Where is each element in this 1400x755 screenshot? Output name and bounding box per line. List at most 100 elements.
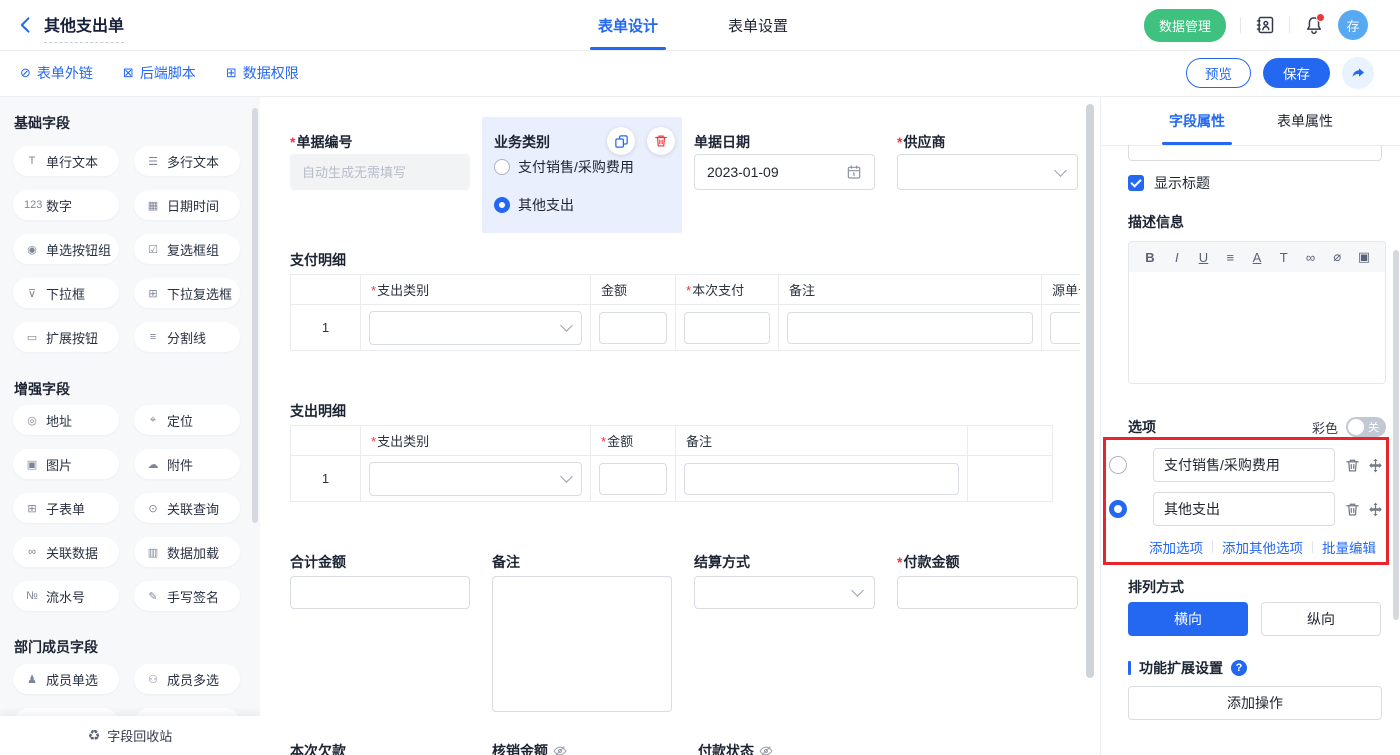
- pill-extend-button[interactable]: ▭扩展按钮: [13, 322, 119, 352]
- source-no-input[interactable]: [1050, 312, 1080, 344]
- bill-date-input[interactable]: 2023-01-09: [694, 154, 875, 190]
- bill-no-input[interactable]: [290, 154, 470, 190]
- business-type-field-selected[interactable]: 业务类别 支付销售/采购费用 其他支出: [482, 117, 682, 233]
- pill-location[interactable]: ⌖定位: [134, 405, 240, 435]
- pill-signature[interactable]: ✎手写签名: [134, 581, 240, 611]
- preview-button[interactable]: 预览: [1186, 58, 1251, 88]
- form-external-link[interactable]: ⊘ 表单外链: [20, 50, 93, 96]
- pill-radio-group[interactable]: ◉单选按钮组: [13, 234, 119, 264]
- color-toggle[interactable]: 关: [1346, 417, 1386, 437]
- radio-selected[interactable]: [494, 197, 510, 213]
- this-payment-input[interactable]: [684, 312, 770, 344]
- button-icon: ▭: [24, 331, 40, 344]
- add-other-option-link[interactable]: 添加其他选项: [1222, 537, 1303, 557]
- pill-member-single[interactable]: ♟成员单选: [13, 664, 119, 694]
- total-amount-input[interactable]: [290, 576, 470, 609]
- pill-address[interactable]: ◎地址: [13, 405, 119, 435]
- delete-option-button[interactable]: [1345, 502, 1360, 517]
- add-option-link[interactable]: 添加选项: [1149, 537, 1203, 557]
- insert-image-icon[interactable]: ▣: [1355, 249, 1373, 265]
- tab-form-properties[interactable]: 表单属性: [1277, 96, 1333, 145]
- back-icon[interactable]: [16, 15, 36, 35]
- remark-textarea[interactable]: [492, 576, 672, 712]
- font-size-icon[interactable]: T: [1275, 250, 1293, 265]
- add-action-button[interactable]: 添加操作: [1128, 686, 1382, 720]
- user-avatar[interactable]: 存: [1338, 10, 1368, 40]
- help-icon[interactable]: ?: [1231, 660, 1247, 676]
- drag-option-handle[interactable]: [1368, 502, 1383, 517]
- pill-checkbox-group[interactable]: ☑复选框组: [134, 234, 240, 264]
- option-1-radio[interactable]: [1109, 456, 1127, 474]
- permission-icon: ⊞: [226, 65, 237, 81]
- share-button[interactable]: [1342, 57, 1374, 89]
- pill-linked-data[interactable]: ∞关联数据: [13, 537, 119, 567]
- pill-image[interactable]: ▣图片: [13, 449, 119, 479]
- tab-form-settings[interactable]: 表单设置: [728, 0, 788, 50]
- pill-multi-line-text[interactable]: ☰多行文本: [134, 146, 240, 176]
- field-recycle-bin[interactable]: ♻ 字段回收站: [0, 716, 260, 755]
- business-option-1[interactable]: 支付销售/采购费用: [494, 157, 634, 177]
- pill-divider-field[interactable]: ≡分割线: [134, 322, 240, 352]
- notification-bell-icon[interactable]: [1304, 15, 1324, 35]
- pill-serial-number[interactable]: №流水号: [13, 581, 119, 611]
- expense-type-select[interactable]: [369, 462, 582, 496]
- option-links: 添加选项 添加其他选项 批量编辑: [1149, 537, 1376, 557]
- payment-status-label: 付款状态: [698, 741, 773, 755]
- data-manage-button[interactable]: 数据管理: [1144, 9, 1226, 42]
- toolbar-actions: 预览 保存: [1186, 50, 1374, 96]
- tab-form-design[interactable]: 表单设计: [598, 0, 658, 50]
- radio-unselected[interactable]: [494, 159, 510, 175]
- richtext-editor-body[interactable]: [1128, 272, 1386, 384]
- amount-input[interactable]: [599, 463, 667, 495]
- sidebar-scrollbar[interactable]: [252, 108, 258, 523]
- arrange-horizontal-button[interactable]: 横向: [1128, 602, 1248, 636]
- pill-select[interactable]: ⊽下拉框: [13, 278, 119, 308]
- underline-icon[interactable]: U: [1195, 250, 1213, 265]
- payment-detail-table: 支出类别 金额 本次支付 备注 源单号 1: [290, 274, 1080, 351]
- font-color-icon[interactable]: A: [1248, 250, 1266, 265]
- tab-field-properties[interactable]: 字段属性: [1169, 96, 1225, 145]
- amount-input[interactable]: [599, 312, 667, 344]
- italic-icon[interactable]: I: [1168, 250, 1186, 265]
- pill-datetime[interactable]: ▦日期时间: [134, 190, 240, 220]
- payment-amount-input[interactable]: [897, 576, 1078, 609]
- unlink-icon[interactable]: ⌀: [1328, 249, 1346, 265]
- link-icon[interactable]: ∞: [1302, 250, 1320, 265]
- align-icon[interactable]: ≡: [1221, 250, 1239, 265]
- drag-option-handle[interactable]: [1368, 458, 1383, 473]
- remark-input[interactable]: [684, 463, 959, 495]
- option-2-radio[interactable]: [1109, 500, 1127, 518]
- batch-edit-link[interactable]: 批量编辑: [1322, 537, 1376, 557]
- scrolled-field-input[interactable]: [1128, 145, 1382, 161]
- pill-multi-select[interactable]: ⊞下拉复选框: [134, 278, 240, 308]
- backend-script-link[interactable]: ⊠ 后端脚本: [123, 50, 196, 96]
- page-scrollbar[interactable]: [1393, 250, 1399, 620]
- form-title[interactable]: 其他支出单: [44, 12, 124, 43]
- arrange-vertical-button[interactable]: 纵向: [1261, 602, 1381, 636]
- option-2-input[interactable]: [1153, 492, 1335, 526]
- supplier-select[interactable]: [897, 154, 1078, 190]
- canvas-scrollbar[interactable]: [1086, 104, 1094, 678]
- remark-input[interactable]: [787, 312, 1033, 344]
- empty-cell: [968, 426, 1053, 456]
- pill-linked-query[interactable]: ⊙关联查询: [134, 493, 240, 523]
- pill-attachment[interactable]: ☁附件: [134, 449, 240, 479]
- copy-field-button[interactable]: [607, 127, 635, 155]
- business-option-2[interactable]: 其他支出: [494, 195, 574, 215]
- delete-option-button[interactable]: [1345, 458, 1360, 473]
- settlement-select[interactable]: [694, 576, 875, 609]
- pill-number[interactable]: 123数字: [13, 190, 119, 220]
- pill-data-load[interactable]: ▥数据加载: [134, 537, 240, 567]
- bold-icon[interactable]: B: [1141, 250, 1159, 265]
- option-1-input[interactable]: [1153, 448, 1335, 482]
- delete-field-button[interactable]: [647, 127, 675, 155]
- show-title-checkbox[interactable]: [1128, 175, 1144, 191]
- pill-member-multi[interactable]: ⚇成员多选: [134, 664, 240, 694]
- expense-type-select[interactable]: [369, 311, 582, 345]
- data-permission-link[interactable]: ⊞ 数据权限: [226, 50, 299, 96]
- address-book-icon[interactable]: [1255, 15, 1275, 35]
- pill-subform[interactable]: ⊞子表单: [13, 493, 119, 523]
- chart-icon: ▥: [145, 546, 161, 559]
- pill-single-line-text[interactable]: T单行文本: [13, 146, 119, 176]
- save-button[interactable]: 保存: [1263, 58, 1330, 88]
